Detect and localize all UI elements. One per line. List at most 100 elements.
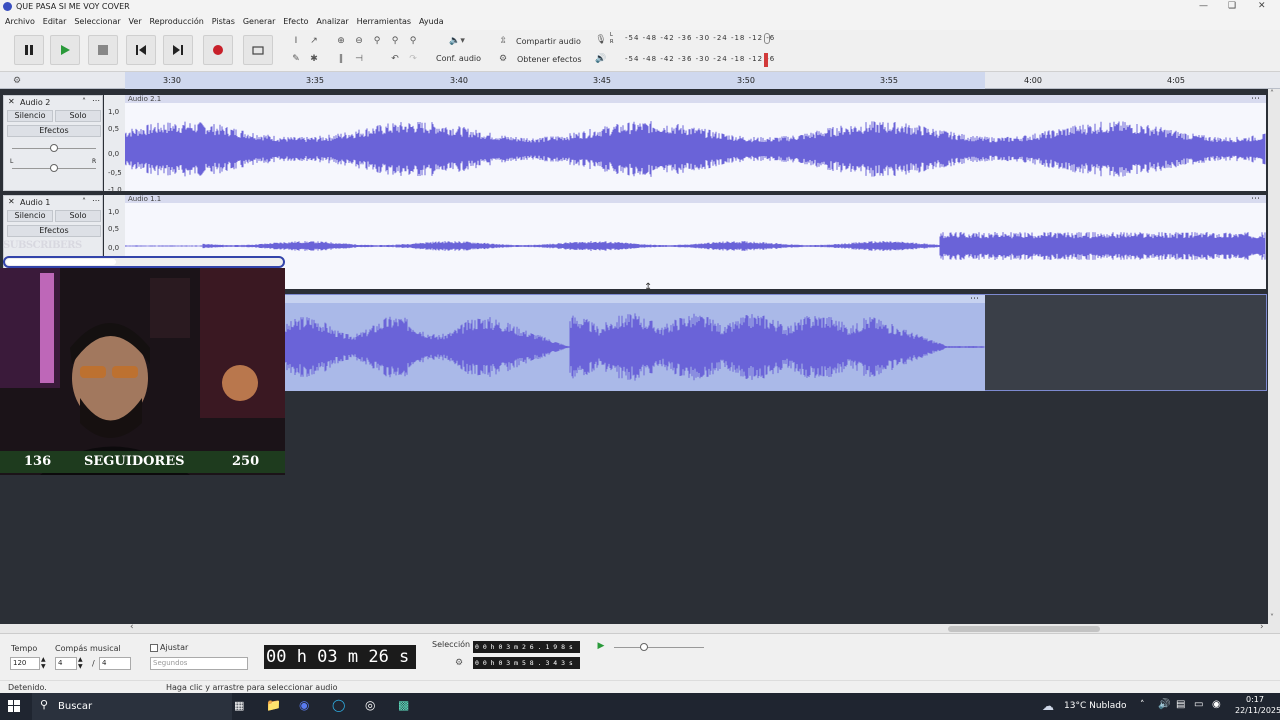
weather-icon[interactable]: ☁	[1042, 699, 1054, 713]
app-icon[interactable]: ▩	[398, 698, 409, 712]
pause-button[interactable]	[14, 35, 44, 65]
skip-end-button[interactable]	[163, 35, 193, 65]
menu-editar[interactable]: Editar	[43, 17, 67, 26]
playback-meter-scale[interactable]: -54 -48 -42 -36 -30 -24 -18 -12 -6	[625, 55, 775, 69]
silence-icon[interactable]: ⊣	[352, 52, 366, 66]
playback-speed-slider[interactable]	[614, 647, 704, 648]
share-audio-button[interactable]: Compartir audio	[516, 37, 581, 46]
selection-tool-icon[interactable]: I	[289, 34, 303, 48]
menu-dots-icon[interactable]: ⋯	[92, 196, 100, 205]
mute-button[interactable]: Silencio	[7, 210, 53, 222]
horizontal-scrollbar[interactable]: ‹ ›	[0, 622, 1268, 633]
language-icon[interactable]: ◉	[1212, 699, 1221, 710]
task-view-icon[interactable]: ▦	[234, 699, 244, 712]
minimize-icon[interactable]: —	[1199, 1, 1208, 11]
maximize-icon[interactable]: ❑	[1228, 1, 1236, 11]
get-effects-button[interactable]: Obtener efectos	[517, 55, 582, 64]
playback-speed-thumb[interactable]	[640, 643, 648, 651]
menu-reproduccion[interactable]: Reproducción	[149, 17, 203, 26]
menu-seleccionar[interactable]: Seleccionar	[74, 17, 120, 26]
time-display[interactable]: 00 h 03 m 26 s	[264, 645, 416, 669]
envelope-tool-icon[interactable]: ↗	[307, 34, 321, 48]
play-at-speed-icon[interactable]: ▶	[594, 639, 608, 653]
menu-ver[interactable]: Ver	[129, 17, 142, 26]
tempo-stepper-icon[interactable]: ▲ ▼	[41, 656, 46, 670]
microphone-icon[interactable]: 🎙	[594, 33, 608, 47]
close-window-icon[interactable]: ✕	[1258, 1, 1266, 11]
tempo-input[interactable]: 120	[10, 657, 40, 670]
clip-name[interactable]: Audio 2.1	[128, 95, 161, 103]
battery-icon[interactable]: ▭	[1194, 699, 1203, 710]
vertical-scrollbar[interactable]: ˄ ˅	[1268, 89, 1280, 633]
zoom-out-icon[interactable]: ⊖	[352, 34, 366, 48]
scroll-down-icon[interactable]: ˅	[1270, 613, 1274, 622]
time-sig-numerator[interactable]: 4	[55, 657, 77, 670]
menu-efecto[interactable]: Efecto	[283, 17, 308, 26]
track-control-audio-2[interactable]: ✕ Audio 2 ˄ ⋯ Silencio Solo Efectos L R	[3, 95, 103, 191]
tray-chevron-icon[interactable]: ˄	[1140, 700, 1145, 710]
skip-start-button[interactable]	[126, 35, 156, 65]
fit-project-icon[interactable]: ⚲	[388, 34, 402, 48]
menu-archivo[interactable]: Archivo	[5, 17, 35, 26]
solo-button[interactable]: Solo	[55, 110, 101, 122]
clip-name[interactable]: Audio 1.1	[128, 195, 161, 203]
scroll-left-icon[interactable]: ‹	[130, 622, 134, 632]
edge-icon[interactable]: ◯	[332, 698, 345, 712]
speaker-icon[interactable]: 🔊	[594, 52, 608, 66]
menu-dots-icon[interactable]: ⋯	[92, 96, 100, 105]
snap-checkbox[interactable]	[150, 644, 158, 652]
audio-setup-label[interactable]: Conf. audio	[436, 54, 481, 63]
clock-date[interactable]: 22/11/2025	[1235, 706, 1280, 715]
multi-tool-icon[interactable]: ✱	[307, 52, 321, 66]
audio-setup-icon[interactable]: 🔈▾	[444, 34, 470, 48]
clip-audio-2-1[interactable]: Audio 2.1 ⋯	[125, 94, 1266, 191]
undo-icon[interactable]: ↶	[388, 52, 402, 66]
scroll-right-icon[interactable]: ›	[1260, 622, 1264, 632]
gain-slider-thumb[interactable]	[50, 144, 58, 152]
record-button[interactable]	[203, 35, 233, 65]
close-track-icon[interactable]: ✕	[8, 197, 15, 206]
play-button[interactable]	[50, 35, 80, 65]
draw-tool-icon[interactable]: ✎	[289, 52, 303, 66]
stop-button[interactable]	[88, 35, 118, 65]
effects-button[interactable]: Efectos	[7, 125, 101, 137]
collapse-icon[interactable]: ˄	[82, 97, 86, 106]
record-meter-scale[interactable]: -54 -48 -42 -36 -30 -24 -18 -12 -6	[625, 34, 775, 48]
network-icon[interactable]: ▤	[1176, 699, 1185, 710]
selection-start[interactable]: 0 0 h 0 3 m 2 6 . 1 9 8 s	[473, 641, 580, 653]
time-sig-stepper-icon[interactable]: ▲ ▼	[78, 656, 83, 670]
weather-text[interactable]: 13°C Nublado	[1064, 701, 1126, 711]
pan-slider-thumb[interactable]	[50, 164, 58, 172]
timeline-ruler[interactable]: ⚙ 3:30 3:35 3:40 3:45 3:50 3:55 4:00 4:0…	[0, 72, 1280, 89]
menu-pistas[interactable]: Pistas	[212, 17, 235, 26]
track-name[interactable]: Audio 1	[20, 198, 50, 207]
scroll-up-icon[interactable]: ˄	[1270, 89, 1274, 98]
chrome-icon[interactable]: ◎	[365, 698, 375, 712]
loop-button[interactable]	[243, 35, 273, 65]
menu-herramientas[interactable]: Herramientas	[357, 17, 412, 26]
track-name[interactable]: Audio 2	[20, 98, 50, 107]
zoom-toggle-icon[interactable]: ⚲	[406, 34, 420, 48]
scrollbar-thumb[interactable]	[948, 626, 1100, 632]
collapse-icon[interactable]: ˄	[82, 197, 86, 206]
share-audio-icon[interactable]: ⇫	[496, 34, 510, 48]
close-track-icon[interactable]: ✕	[8, 97, 15, 106]
solo-button[interactable]: Solo	[55, 210, 101, 222]
clip-audio-1-1[interactable]: Audio 1.1 ⋯	[125, 194, 1266, 289]
windows-start-icon[interactable]	[8, 700, 20, 712]
menu-ayuda[interactable]: Ayuda	[419, 17, 444, 26]
menu-analizar[interactable]: Analizar	[316, 17, 348, 26]
redo-icon[interactable]: ↷	[406, 52, 420, 66]
file-explorer-icon[interactable]: 📁	[266, 698, 281, 712]
taskbar-search-box[interactable]: ⚲ Buscar	[32, 693, 232, 720]
effects-button[interactable]: Efectos	[7, 225, 101, 237]
speaker-tray-icon[interactable]: 🔊	[1158, 699, 1170, 710]
audacity-taskbar-icon[interactable]: ◉	[299, 698, 309, 712]
menu-generar[interactable]: Generar	[243, 17, 276, 26]
mute-button[interactable]: Silencio	[7, 110, 53, 122]
clock-time[interactable]: 0:17	[1246, 695, 1264, 704]
get-effects-icon[interactable]: ⚙	[496, 52, 510, 66]
clip-selected[interactable]: ⋯	[285, 294, 985, 391]
timeline-settings-icon[interactable]: ⚙	[10, 74, 24, 88]
trim-icon[interactable]: ‖	[334, 52, 348, 66]
